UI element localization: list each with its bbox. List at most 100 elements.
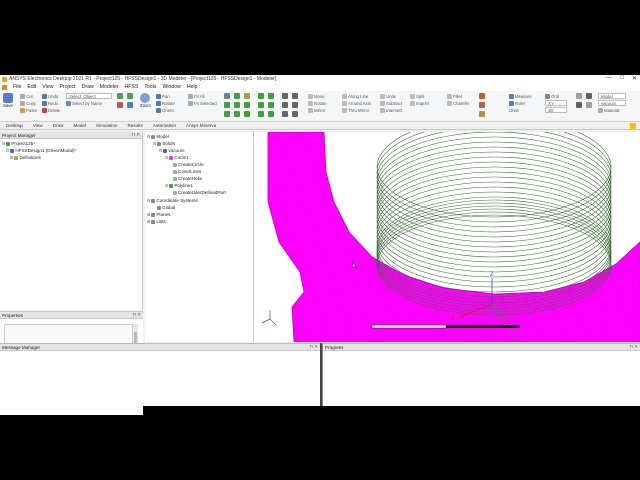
plane-dropdown[interactable]: XY [545, 100, 567, 106]
move-button[interactable]: Move [308, 93, 327, 99]
material-dropdown[interactable]: vacuum [598, 100, 626, 106]
tree-item-createhelix[interactable]: CreateHelix [173, 176, 202, 181]
draw-arc-icon[interactable] [292, 93, 298, 99]
orient-button[interactable]: Orient [156, 107, 175, 113]
draw-sphere-icon[interactable] [244, 93, 250, 99]
grid-button[interactable]: Grid [545, 93, 567, 99]
close-button[interactable]: ✕ [632, 75, 637, 82]
menu-edit[interactable]: Edit [27, 84, 36, 90]
properties-controls[interactable]: ⊓ ✕ [132, 312, 141, 318]
save-button[interactable]: Save [3, 93, 13, 108]
split-button[interactable]: Split [410, 93, 429, 99]
draw-box-icon[interactable] [224, 93, 230, 99]
rotate-view-button[interactable]: Rotate [156, 100, 175, 106]
tree-item-definitions[interactable]: ⊞ Definitions [10, 155, 41, 160]
zoom-button[interactable]: Zoom [140, 93, 151, 108]
draw-region-icon[interactable] [258, 111, 264, 117]
tree-item-global[interactable]: Global [157, 205, 175, 210]
draw-curve-icon[interactable] [282, 102, 288, 108]
pan-button[interactable]: Pan [156, 93, 175, 99]
tree-item-createcircle[interactable]: CreateCircle [173, 162, 204, 167]
draw-helix-icon[interactable] [244, 102, 250, 108]
model-icon-2[interactable] [127, 93, 133, 99]
fit-selected-button[interactable]: Fit Selected [188, 100, 217, 106]
tab-ansys-minerva[interactable]: Ansys Minerva [186, 123, 216, 128]
fillet-button[interactable]: Fillet [447, 93, 469, 99]
undo-button[interactable]: Undo [42, 93, 60, 99]
toggle-icon[interactable] [127, 102, 133, 108]
cut-button[interactable]: Cut [20, 93, 37, 99]
model-dropdown[interactable]: Model [598, 93, 626, 99]
record-icon[interactable] [117, 102, 123, 108]
draw-rectangle-icon[interactable] [258, 93, 264, 99]
tab-simulation[interactable]: Simulation [96, 123, 117, 128]
menu-project[interactable]: Project [59, 84, 75, 90]
menu-modeler[interactable]: Modeler [100, 84, 119, 90]
maximize-button[interactable]: □ [620, 75, 624, 82]
delete-button[interactable]: Delete [42, 107, 60, 113]
units-button[interactable]: Units [509, 107, 532, 113]
copy-button[interactable]: Copy [20, 100, 37, 106]
tab-view[interactable]: View [33, 123, 43, 128]
tab-desktop[interactable]: Desktop [6, 123, 23, 128]
redo-button[interactable]: Redo [42, 100, 60, 106]
rotate-object-button[interactable]: Rotate [308, 100, 327, 106]
tree-item-circle1[interactable]: ⊟ Circle1 [165, 155, 189, 160]
draw-circle-icon[interactable] [268, 93, 274, 99]
draw-polyhedron-icon[interactable] [234, 111, 240, 117]
material-button[interactable]: Material [598, 107, 626, 113]
tree-item-model[interactable]: ⊟ Model [147, 134, 169, 139]
tab-automation[interactable]: Automation [153, 123, 176, 128]
draw-point-icon[interactable] [292, 102, 298, 108]
tree-item-solids[interactable]: ⊟ Solids [153, 141, 175, 146]
fit-all-button[interactable]: Fit All [188, 93, 217, 99]
3d-viewport[interactable]: Z X Y [254, 132, 640, 342]
ruler-button[interactable]: Ruler [509, 100, 532, 106]
tree-item-project[interactable]: ⊟ Project125* [2, 141, 35, 146]
measure-button[interactable]: Measure [509, 93, 532, 99]
draw-polygon-icon[interactable] [268, 102, 274, 108]
tree-item-coverlines[interactable]: CoverLines [173, 169, 201, 174]
model-icon[interactable] [117, 93, 123, 99]
draw-ellipse-icon[interactable] [258, 102, 264, 108]
intersect-button[interactable]: Intersect [380, 107, 402, 113]
menu-file[interactable]: File [13, 84, 21, 90]
tree-item-vacuum[interactable]: ⊟ vacuum [159, 148, 184, 153]
menu-draw[interactable]: Draw [82, 84, 94, 90]
select-by-name-button[interactable]: Select by Name [66, 100, 112, 106]
tab-model[interactable]: Model [73, 123, 86, 128]
menu-tools[interactable]: Tools [144, 84, 156, 90]
tool-icon-1[interactable] [479, 93, 485, 99]
menu-view[interactable]: View [42, 84, 53, 90]
imprint-button[interactable]: Imprint [410, 100, 429, 106]
menu-help[interactable]: Help [187, 84, 198, 90]
draw-equation-icon[interactable] [292, 111, 298, 117]
draw-bondwire-icon[interactable] [224, 111, 230, 117]
chamfer-button[interactable]: Chamfer [447, 100, 469, 106]
along-line-button[interactable]: Along Line [342, 93, 371, 99]
tree-item-lists[interactable]: ⊞ Lists [147, 219, 166, 224]
tree-item-coordinate-systems[interactable]: ⊟ Coordinate Systems [147, 198, 198, 203]
draw-prism-icon[interactable] [244, 111, 250, 117]
mirror-button[interactable]: Mirror [308, 107, 327, 113]
subtract-button[interactable]: Subtract [380, 100, 402, 106]
panel-controls[interactable]: ⊓ ✕ [131, 132, 140, 138]
dimension-dropdown[interactable]: 3D [545, 107, 567, 113]
snap-icon-2[interactable] [586, 93, 592, 99]
tab-results[interactable]: Results [127, 123, 142, 128]
tree-item-createuserdefinedpart[interactable]: CreateUserDefinedPart [173, 190, 226, 195]
app-menu-icon[interactable] [2, 84, 7, 90]
tree-item-design[interactable]: ⊟ HFSSDesign1 (DrivenModal)* [6, 148, 76, 153]
snap-icon-1[interactable] [576, 93, 582, 99]
draw-spline-icon[interactable] [268, 111, 274, 117]
snap-icon-3[interactable] [576, 102, 582, 108]
draw-plane-icon[interactable] [282, 111, 288, 117]
menu-hfss[interactable]: HFSS [124, 84, 138, 90]
tree-item-polyline1[interactable]: ⊟ Polyline1 [165, 183, 193, 188]
draw-cone-icon[interactable] [224, 102, 230, 108]
draw-line-icon[interactable] [282, 93, 288, 99]
select-mode-dropdown[interactable]: Select: Object [66, 93, 112, 99]
3d-scene[interactable]: Z X Y [254, 132, 640, 342]
progress-controls[interactable]: ⊓ ✕ [629, 344, 638, 350]
snap-icon-4[interactable] [586, 102, 592, 108]
